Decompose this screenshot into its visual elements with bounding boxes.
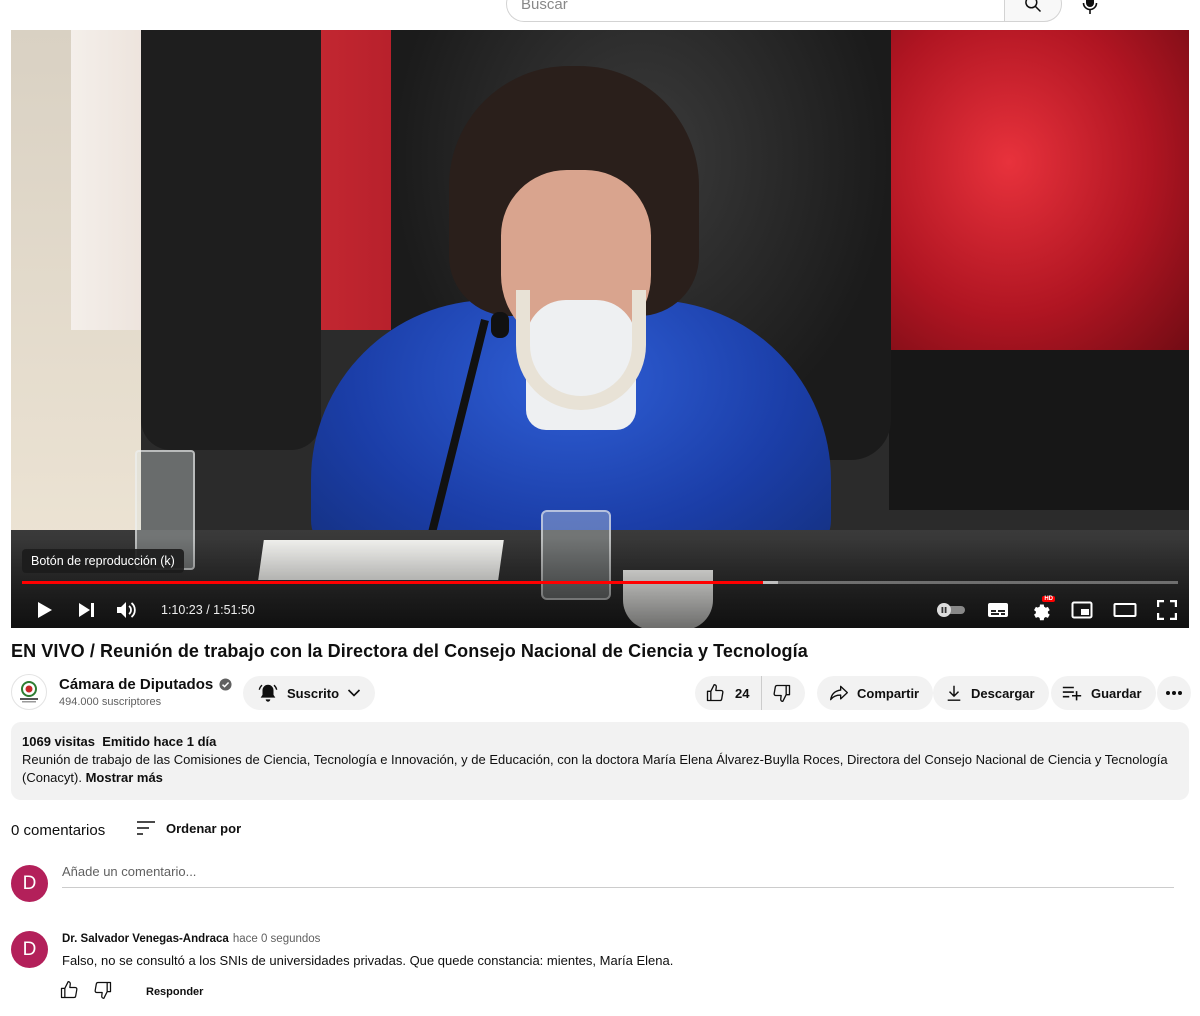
subscribed-button[interactable]: Suscrito xyxy=(243,676,376,710)
time-current: 1:10:23 xyxy=(161,603,203,617)
chevron-down-icon xyxy=(347,689,361,697)
channel-name-text: Cámara de Diputados xyxy=(59,676,214,693)
theater-icon xyxy=(1113,603,1137,617)
miniplayer-button[interactable] xyxy=(1071,592,1093,628)
gear-icon xyxy=(1034,604,1050,621)
download-button[interactable]: Descargar xyxy=(933,676,1049,710)
next-icon xyxy=(79,603,94,617)
share-button[interactable]: Compartir xyxy=(817,676,934,710)
thumbs-up-icon xyxy=(60,981,78,999)
fullscreen-button[interactable] xyxy=(1157,592,1177,628)
time-display: 1:10:23 / 1:51:50 xyxy=(161,603,255,617)
channel-name[interactable]: Cámara de Diputados xyxy=(59,676,232,693)
play-icon xyxy=(38,602,52,618)
playlist-add-icon xyxy=(1062,686,1082,701)
sort-comments-button[interactable]: Ordenar por xyxy=(136,820,241,836)
save-label: Guardar xyxy=(1091,685,1142,701)
thumbs-down-icon xyxy=(94,981,112,999)
view-count-and-date: 1069 visitas Emitido hace 1 día xyxy=(22,734,217,749)
mic-icon xyxy=(1082,0,1098,14)
sort-label: Ordenar por xyxy=(166,820,242,836)
more-actions-button[interactable] xyxy=(1157,676,1191,710)
comment-author[interactable]: Dr. Salvador Venegas-Andraca xyxy=(62,933,229,945)
autoplay-toggle[interactable] xyxy=(935,592,967,628)
channel-row: Cámara de Diputados 494.000 suscriptores… xyxy=(11,674,1191,710)
next-button[interactable] xyxy=(67,592,107,628)
reply-button[interactable]: Responder xyxy=(146,986,203,998)
add-comment-input[interactable] xyxy=(62,864,1174,879)
fullscreen-icon xyxy=(1157,600,1177,620)
subtitles-button[interactable] xyxy=(987,592,1009,628)
volume-icon xyxy=(117,602,136,618)
hd-badge: HD xyxy=(1042,596,1055,602)
volume-button[interactable] xyxy=(107,592,147,628)
time-total: 1:51:50 xyxy=(213,603,255,617)
play-button-tooltip: Botón de reproducción (k) xyxy=(22,549,184,573)
video-frame xyxy=(11,30,1189,628)
like-count: 24 xyxy=(735,685,750,701)
like-dislike-group: 24 xyxy=(695,676,805,710)
settings-button[interactable]: HD xyxy=(1029,592,1055,628)
search-icon xyxy=(1025,0,1042,13)
more-horizontal-icon xyxy=(1166,691,1182,695)
bell-icon xyxy=(258,684,278,702)
autoplay-toggle-icon xyxy=(937,603,965,617)
theater-mode-button[interactable] xyxy=(1113,592,1137,628)
download-icon xyxy=(947,685,961,701)
progress-bar[interactable] xyxy=(22,581,1178,584)
voice-search-button[interactable] xyxy=(1078,0,1102,22)
commenter-avatar[interactable]: D xyxy=(11,931,48,968)
subscriber-count: 494.000 suscriptores xyxy=(59,696,162,708)
comment-time[interactable]: hace 0 segundos xyxy=(233,933,321,945)
save-button[interactable]: Guardar xyxy=(1051,676,1156,710)
comment-header: Dr. Salvador Venegas-Andraca hace 0 segun… xyxy=(62,933,320,945)
add-comment-field[interactable] xyxy=(62,864,1174,888)
camara-de-diputados-logo-icon xyxy=(20,681,38,703)
search-box[interactable] xyxy=(506,0,1004,22)
verified-icon xyxy=(219,678,232,691)
share-label: Compartir xyxy=(857,685,920,701)
show-more-link[interactable]: Mostrar más xyxy=(86,770,163,785)
thumbs-down-icon xyxy=(773,684,791,702)
dislike-button[interactable] xyxy=(762,676,802,710)
comment-actions: Responder xyxy=(58,980,203,1003)
comment-text: Falso, no se consultó a los SNIs de univ… xyxy=(62,953,674,968)
comment-dislike-button[interactable] xyxy=(92,980,114,1003)
subscribed-label: Suscrito xyxy=(287,685,340,701)
comment-like-button[interactable] xyxy=(58,980,80,1003)
player-controls: 1:10:23 / 1:51:50 HD xyxy=(11,592,1189,628)
comments-count: 0 comentarios xyxy=(11,822,106,839)
play-button[interactable] xyxy=(23,592,67,628)
share-icon xyxy=(830,685,848,701)
sort-icon xyxy=(137,821,155,835)
video-title: EN VIVO / Reunión de trabajo con la Dire… xyxy=(11,641,808,661)
thumbs-up-icon xyxy=(706,684,724,702)
like-button[interactable]: 24 xyxy=(695,676,763,710)
current-user-avatar: D xyxy=(11,865,48,902)
search-bar xyxy=(506,0,1102,22)
progress-played xyxy=(22,581,763,584)
search-input[interactable] xyxy=(521,0,990,13)
description-body: Reunión de trabajo de las Comisiones de … xyxy=(22,751,1178,787)
description-box[interactable]: 1069 visitas Emitido hace 1 día Reunión … xyxy=(11,722,1189,800)
description-text: Reunión de trabajo de las Comisiones de … xyxy=(22,752,1168,785)
subtitles-icon xyxy=(988,603,1008,617)
channel-avatar[interactable] xyxy=(11,674,47,710)
download-label: Descargar xyxy=(971,685,1035,701)
search-button[interactable] xyxy=(1004,0,1062,22)
miniplayer-icon xyxy=(1071,601,1093,619)
video-player[interactable]: Botón de reproducción (k) 1:10:23 / 1:51… xyxy=(11,30,1189,628)
time-separator: / xyxy=(202,603,214,617)
